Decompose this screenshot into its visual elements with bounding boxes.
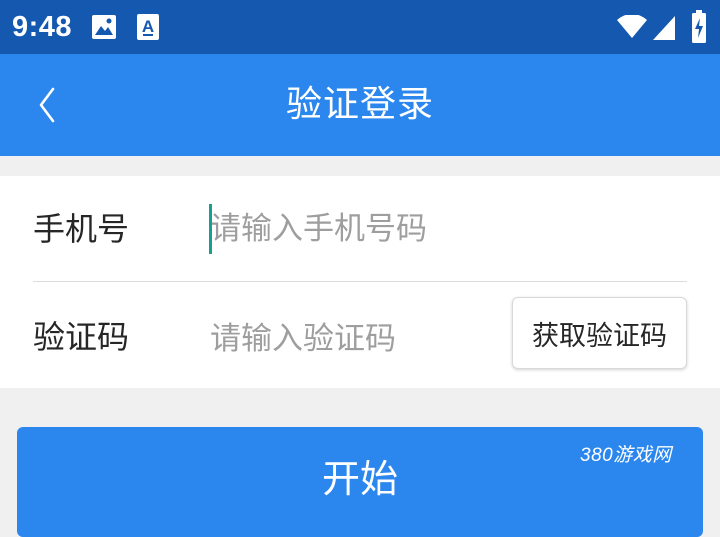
page-title: 验证登录 xyxy=(285,84,434,125)
status-bar: 9:48 A xyxy=(0,0,720,54)
watermark: 380游戏网 xyxy=(580,445,672,466)
phone-label: 手机号 xyxy=(33,210,130,248)
signal-icon xyxy=(652,15,676,45)
phone-row: 手机号 xyxy=(0,176,720,282)
code-label: 验证码 xyxy=(33,318,130,356)
start-button-label: 开始 xyxy=(321,457,398,501)
svg-text:A: A xyxy=(142,17,154,36)
image-icon xyxy=(91,14,117,44)
code-input[interactable] xyxy=(210,314,500,364)
get-code-button[interactable]: 获取验证码 xyxy=(512,297,687,369)
wifi-icon xyxy=(616,14,648,43)
login-form: 手机号 验证码 获取验证码 xyxy=(0,176,720,388)
battery-charging-icon xyxy=(691,10,707,48)
text-caret xyxy=(209,204,212,254)
app-bar: 验证登录 xyxy=(0,54,720,156)
phone-input[interactable] xyxy=(210,204,680,254)
status-time: 9:48 xyxy=(12,11,73,43)
font-a-icon: A xyxy=(136,13,160,45)
